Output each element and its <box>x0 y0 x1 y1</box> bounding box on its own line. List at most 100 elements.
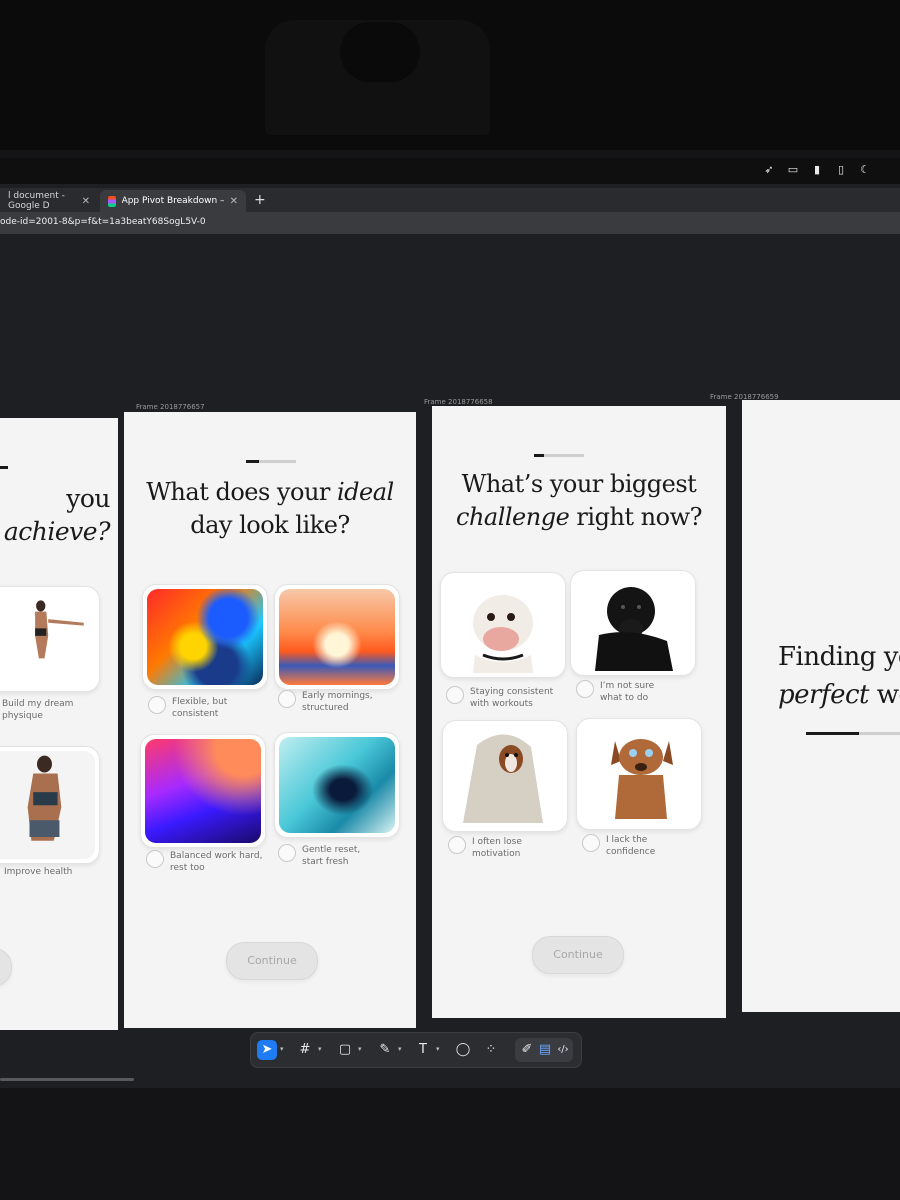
option-row[interactable]: Build my dream physique <box>0 698 77 722</box>
frame-left-partial[interactable]: you achieve? Build my dream physique Imp… <box>0 418 118 1030</box>
option-label: I’m not sure what to do <box>600 681 655 703</box>
option-image <box>147 589 263 685</box>
progress-fill <box>246 460 259 463</box>
chevron-down-icon[interactable]: ▾ <box>318 1045 322 1053</box>
dev-mode-icon[interactable]: ‹/› <box>553 1040 573 1060</box>
option-image <box>581 723 697 825</box>
frame-finding-workout[interactable]: Finding yo perfect wor <box>742 400 900 1012</box>
tab-figma[interactable]: App Pivot Breakdown – Figma ✕ <box>100 190 246 212</box>
option-label: Balanced work hard, rest too <box>170 851 263 873</box>
radio-button[interactable] <box>446 686 464 704</box>
chevron-down-icon[interactable]: ▾ <box>398 1045 402 1053</box>
radio-button[interactable] <box>448 836 466 854</box>
option-card[interactable] <box>440 572 566 678</box>
frame-name-label[interactable]: Frame 2018776658 <box>424 398 493 406</box>
document-icon[interactable]: ▯ <box>834 164 848 176</box>
draw-mode-icon[interactable]: ✐ <box>517 1040 537 1060</box>
progress-bar <box>534 454 584 457</box>
webcam-lens <box>340 22 420 82</box>
tab-bar: l document - Google D ✕ App Pivot Breakd… <box>0 188 900 212</box>
option-image <box>279 737 395 833</box>
option-card[interactable] <box>576 718 702 830</box>
frame-ideal-day[interactable]: What does your ideal day look like? Flex… <box>124 412 416 1028</box>
radio-button[interactable] <box>278 844 296 862</box>
url-text: ode-id=2001-8&p=f&t=1a3beatY68SogL5V-0 <box>0 217 206 227</box>
menu-bar: ➶ ▭ ▮ ▯ ☾ <box>0 158 900 184</box>
battery-icon[interactable]: ▮ <box>810 164 824 176</box>
design-mode-icon[interactable]: ▤ <box>535 1040 555 1060</box>
option-label: Early mornings, structured <box>302 691 373 713</box>
address-bar[interactable]: ode-id=2001-8&p=f&t=1a3beatY68SogL5V-0 <box>0 212 900 234</box>
text-tool-icon[interactable]: T <box>413 1040 433 1060</box>
keyboard-icon[interactable]: ▭ <box>786 164 800 176</box>
option-label: Staying consistent with workouts <box>470 687 554 709</box>
option-row[interactable]: I lack the confidence <box>582 834 666 858</box>
option-card[interactable] <box>274 732 400 838</box>
tab-google-doc[interactable]: l document - Google D ✕ <box>0 190 98 212</box>
figma-canvas[interactable]: you achieve? Build my dream physique Imp… <box>0 238 900 1088</box>
moon-icon[interactable]: ☾ <box>858 164 872 176</box>
option-image <box>0 751 95 859</box>
new-tab-button[interactable]: + <box>254 192 266 208</box>
continue-button[interactable]: Continue <box>226 942 318 980</box>
option-image <box>447 725 563 827</box>
option-row[interactable]: Flexible, but consistent <box>148 696 242 720</box>
question-title: you achieve? <box>3 484 111 546</box>
chevron-down-icon[interactable]: ▾ <box>436 1045 440 1053</box>
radio-button[interactable] <box>146 850 164 868</box>
chevron-down-icon[interactable]: ▾ <box>358 1045 362 1053</box>
figma-icon <box>108 195 116 207</box>
tab-label: l document - Google D <box>8 191 65 211</box>
option-row[interactable]: Gentle reset, start fresh <box>278 844 372 868</box>
frame-biggest-challenge[interactable]: What’s your biggest challenge right now? <box>432 406 726 1018</box>
radio-button[interactable] <box>278 690 296 708</box>
figma-toolbar: ➤ ▾ # ▾ ▢ ▾ ✎ ▾ T ▾ ◯ ⁘ ✐ ▤ ‹/› <box>250 1032 582 1068</box>
progress-fill <box>534 454 544 457</box>
option-image <box>575 575 691 671</box>
close-icon[interactable]: ✕ <box>82 196 90 207</box>
radio-button[interactable] <box>582 834 600 852</box>
option-label: Gentle reset, start fresh <box>302 845 361 867</box>
horizontal-scrollbar[interactable] <box>0 1078 134 1081</box>
mode-toggle-group: ✐ ▤ ‹/› <box>515 1038 573 1062</box>
rocket-icon[interactable]: ➶ <box>762 164 776 176</box>
option-row[interactable]: Improve health <box>4 866 100 878</box>
option-card[interactable] <box>570 570 696 676</box>
question-title: Finding yo perfect wor <box>778 642 900 710</box>
progress-fill <box>806 732 859 735</box>
continue-button[interactable]: Continue <box>532 936 624 974</box>
option-image <box>445 577 561 673</box>
option-row[interactable]: Balanced work hard, rest too <box>146 850 270 874</box>
option-card[interactable] <box>442 720 568 832</box>
progress-bar <box>806 732 900 735</box>
option-row[interactable]: Staying consistent with workouts <box>446 686 554 710</box>
continue-button[interactable] <box>0 948 12 986</box>
option-card[interactable] <box>274 584 400 690</box>
frame-tool-icon[interactable]: # <box>295 1040 315 1060</box>
progress-bar <box>246 460 296 463</box>
option-row[interactable]: I often lose motivation <box>448 836 532 860</box>
option-label: Build my dream physique <box>2 699 74 721</box>
pen-tool-icon[interactable]: ✎ <box>375 1040 395 1060</box>
option-label: I often lose motivation <box>472 837 522 859</box>
chevron-down-icon[interactable]: ▾ <box>280 1045 284 1053</box>
comment-tool-icon[interactable]: ◯ <box>453 1040 473 1060</box>
rectangle-tool-icon[interactable]: ▢ <box>335 1040 355 1060</box>
option-image <box>0 591 95 687</box>
option-card[interactable] <box>0 586 100 692</box>
option-row[interactable]: I’m not sure what to do <box>576 680 660 704</box>
option-label: Improve health <box>4 867 73 877</box>
system-tray: ➶ ▭ ▮ ▯ ☾ <box>762 164 872 176</box>
move-tool-icon[interactable]: ➤ <box>257 1040 277 1060</box>
frame-name-label[interactable]: Frame 2018776657 <box>136 403 205 411</box>
close-icon[interactable]: ✕ <box>230 196 238 207</box>
option-row[interactable]: Early mornings, structured <box>278 690 380 714</box>
radio-button[interactable] <box>576 680 594 698</box>
monitor-screen: ➶ ▭ ▮ ▯ ☾ l document - Google D ✕ App Pi… <box>0 158 900 1088</box>
option-card[interactable] <box>140 734 266 848</box>
option-card[interactable] <box>142 584 268 690</box>
question-title: What’s your biggest challenge right now? <box>456 470 702 531</box>
actions-tool-icon[interactable]: ⁘ <box>481 1040 501 1060</box>
radio-button[interactable] <box>148 696 166 714</box>
option-card[interactable] <box>0 746 100 864</box>
